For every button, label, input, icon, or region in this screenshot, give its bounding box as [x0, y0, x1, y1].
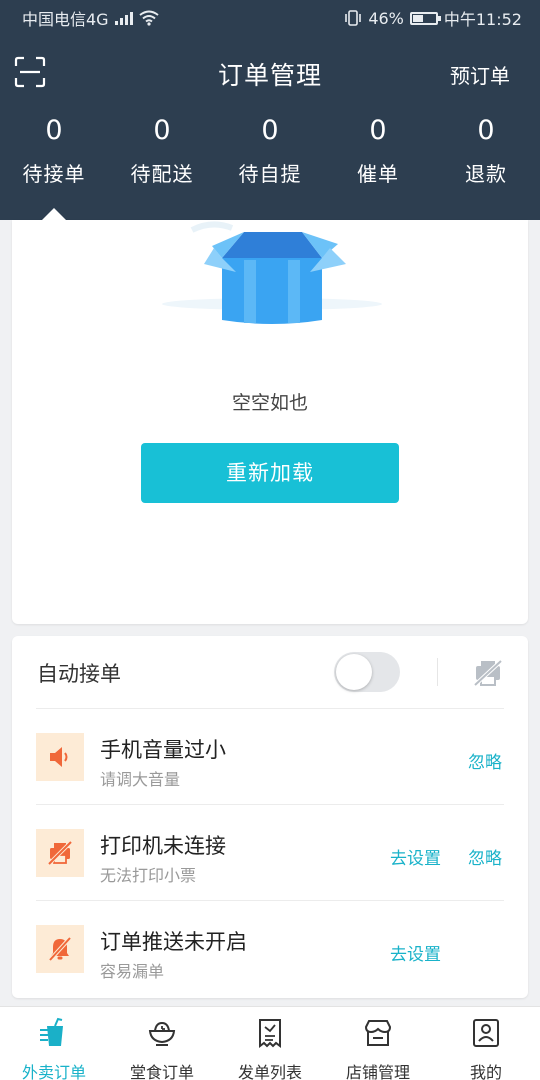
signal-icon	[114, 11, 133, 25]
tab-me[interactable]: 我的	[432, 1007, 540, 1080]
order-list-card: 空空如也 重新加载	[12, 220, 528, 624]
stat-count: 0	[477, 115, 495, 146]
stat-count: 0	[369, 115, 387, 146]
tab-label: 发单列表	[237, 1063, 302, 1080]
ignore-button[interactable]: 忽略	[468, 748, 502, 773]
stat-count: 0	[45, 115, 63, 146]
drink-icon	[40, 1017, 63, 1046]
stat-label: 催单	[357, 162, 399, 186]
alert-row-volume: 手机音量过小 请调大音量 忽略	[12, 708, 528, 804]
alert-title: 手机音量过小	[100, 738, 226, 762]
selected-tab-pointer	[42, 208, 66, 220]
stat-reminders[interactable]: 0 催单	[324, 112, 432, 187]
tab-takeout-orders[interactable]: 外卖订单	[0, 1007, 108, 1080]
nav-bar: 订单管理 预订单	[0, 44, 540, 100]
bottom-tab-bar: 外卖订单 堂食订单 发单列表 店铺管理 我的	[0, 1006, 540, 1080]
profile-icon	[473, 1019, 499, 1047]
stat-refunds[interactable]: 0 退款	[432, 112, 540, 187]
tab-label: 我的	[469, 1063, 502, 1080]
alert-subtitle: 请调大音量	[100, 770, 181, 789]
tab-dine-in-orders[interactable]: 堂食订单	[108, 1007, 216, 1080]
tab-label: 堂食订单	[129, 1063, 194, 1080]
toggle-knob	[336, 654, 372, 690]
stat-pending-pickup[interactable]: 0 待自提	[216, 112, 324, 187]
go-settings-button[interactable]: 去设置	[390, 844, 441, 869]
store-icon	[364, 1020, 392, 1046]
stat-pending-delivery[interactable]: 0 待配送	[108, 112, 216, 187]
status-bar: 中国电信4G 46% 中午11:52	[0, 0, 540, 36]
order-stats: 0 待接单 0 待配送 0 待自提 0 催单 0 退款	[0, 112, 540, 187]
alert-row-push: 订单推送未开启 容易漏单 去设置	[12, 900, 528, 996]
alert-subtitle: 无法打印小票	[100, 866, 197, 885]
speaker-icon	[36, 733, 84, 781]
stat-count: 0	[261, 115, 279, 146]
empty-message: 空空如也	[231, 392, 308, 414]
ignore-button[interactable]: 忽略	[468, 844, 502, 869]
clock-text: 中午11:52	[443, 10, 522, 29]
header: 中国电信4G 46% 中午11:52 订单管理 预订单 0 待接单 0 待配送 …	[0, 0, 540, 220]
stat-count: 0	[153, 115, 171, 146]
tab-label: 外卖订单	[21, 1063, 86, 1080]
empty-box-illustration	[162, 221, 382, 324]
alert-subtitle: 容易漏单	[100, 962, 165, 981]
divider	[437, 658, 438, 686]
stat-label: 退款	[465, 162, 507, 186]
bowl-icon	[148, 1021, 176, 1046]
printer-off-icon[interactable]	[472, 658, 504, 688]
preorder-button[interactable]: 预订单	[450, 60, 510, 89]
reload-button[interactable]: 重新加载	[141, 443, 399, 503]
vibrate-icon	[345, 10, 362, 26]
battery-percent: 46%	[368, 8, 404, 28]
receipt-icon	[259, 1019, 281, 1048]
battery-icon	[409, 11, 441, 25]
alert-row-printer: 打印机未连接 无法打印小票 去设置 忽略	[12, 804, 528, 900]
stat-label: 待配送	[130, 162, 194, 186]
carrier-text: 中国电信4G	[22, 10, 109, 29]
status-card: 自动接单 手机音量过小 请调大音量 忽略 打印机未连接 无法打印小票 去设置 忽…	[12, 636, 528, 998]
auto-accept-label: 自动接单	[37, 662, 121, 686]
stat-pending-accept[interactable]: 0 待接单	[0, 112, 108, 187]
go-settings-button[interactable]: 去设置	[390, 940, 441, 965]
tab-store-management[interactable]: 店铺管理	[324, 1007, 432, 1080]
stat-label: 待自提	[238, 162, 302, 186]
tab-label: 店铺管理	[345, 1063, 410, 1080]
bell-off-icon	[36, 925, 84, 973]
alert-title: 订单推送未开启	[100, 930, 247, 954]
wifi-icon	[138, 10, 159, 26]
alert-title: 打印机未连接	[100, 834, 226, 858]
tab-dispatch-list[interactable]: 发单列表	[216, 1007, 324, 1080]
auto-accept-row: 自动接单	[12, 636, 528, 708]
stat-label: 待接单	[22, 162, 86, 186]
auto-accept-toggle[interactable]	[334, 652, 400, 692]
printer-off-icon	[36, 829, 84, 877]
